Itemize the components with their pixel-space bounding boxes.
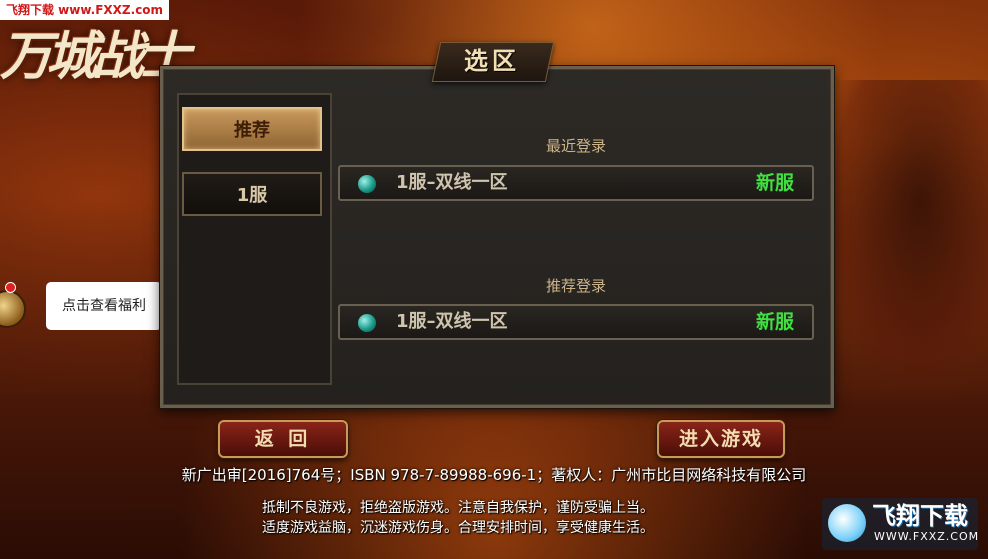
site-logo-mark-icon [828, 504, 866, 542]
server-orb-icon [358, 314, 376, 332]
health-notice-line-1: 抵制不良游戏，拒绝盗版游戏。注意自我保护，谨防受骗上当。 [262, 500, 654, 516]
recommended-login-label: 推荐登录 [545, 277, 606, 295]
site-logo: 飞翔下载 WWW.FXXZ.COM [822, 498, 978, 550]
back-button[interactable]: 返 回 [218, 420, 348, 458]
license-info: 新广出审[2016]764号；ISBN 978-7-89988-696-1；著权… [181, 466, 807, 484]
server-orb-icon [358, 175, 376, 193]
watermark-top: 飞翔下载 www.FXXZ.com [0, 0, 170, 20]
welfare-tooltip[interactable]: 点击查看福利 [46, 282, 162, 330]
tab-recommend[interactable]: 推荐 [182, 107, 322, 151]
recent-login-label: 最近登录 [545, 137, 606, 155]
recommended-server-row[interactable]: 1服–双线一区 新服 [338, 304, 814, 340]
server-name: 1服–双线一区 [396, 311, 508, 332]
health-notice-line-2: 适度游戏益脑，沉迷游戏伤身。合理安排时间，享受健康生活。 [262, 520, 654, 536]
welfare-icon[interactable] [0, 290, 26, 328]
warrior-artwork [818, 80, 988, 380]
site-logo-url: WWW.FXXZ.COM [874, 530, 980, 543]
notification-dot [5, 282, 16, 293]
site-logo-text: 飞翔下载 [872, 502, 968, 530]
enter-game-button[interactable]: 进入游戏 [657, 420, 785, 458]
panel-title: 选区 [464, 47, 520, 75]
server-status-badge: 新服 [755, 311, 794, 333]
recent-server-row[interactable]: 1服–双线一区 新服 [338, 165, 814, 201]
tab-server-1[interactable]: 1服 [182, 172, 322, 216]
server-status-badge: 新服 [755, 172, 794, 194]
server-name: 1服–双线一区 [396, 172, 508, 193]
